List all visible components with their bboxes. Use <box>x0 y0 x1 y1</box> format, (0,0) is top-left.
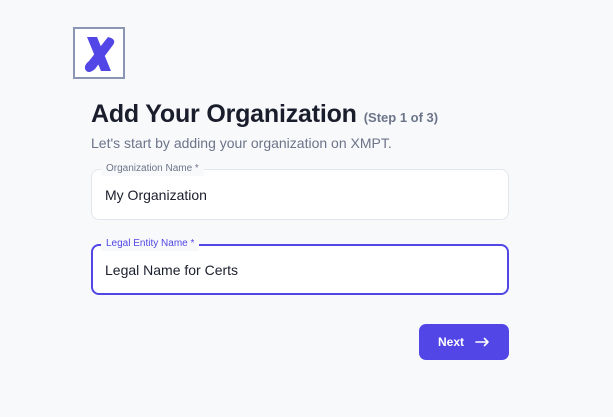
next-button-label: Next <box>437 335 464 349</box>
legal-entity-name-input[interactable] <box>105 246 495 293</box>
page-title: Add Your Organization <box>91 100 357 128</box>
xmpt-x-logo-icon <box>84 37 115 72</box>
arrow-right-icon <box>475 337 490 347</box>
app-logo <box>73 27 125 79</box>
step-indicator: (Step 1 of 3) <box>363 110 439 125</box>
legal-entity-name-field[interactable]: Legal Entity Name * <box>91 237 509 295</box>
page-title-row: Add Your Organization (Step 1 of 3) <box>91 100 438 129</box>
organization-name-input[interactable] <box>105 170 495 219</box>
next-button[interactable]: Next <box>419 324 509 360</box>
page-subtitle: Let's start by adding your organization … <box>91 135 392 151</box>
organization-name-field[interactable]: Organization Name * <box>91 162 509 220</box>
